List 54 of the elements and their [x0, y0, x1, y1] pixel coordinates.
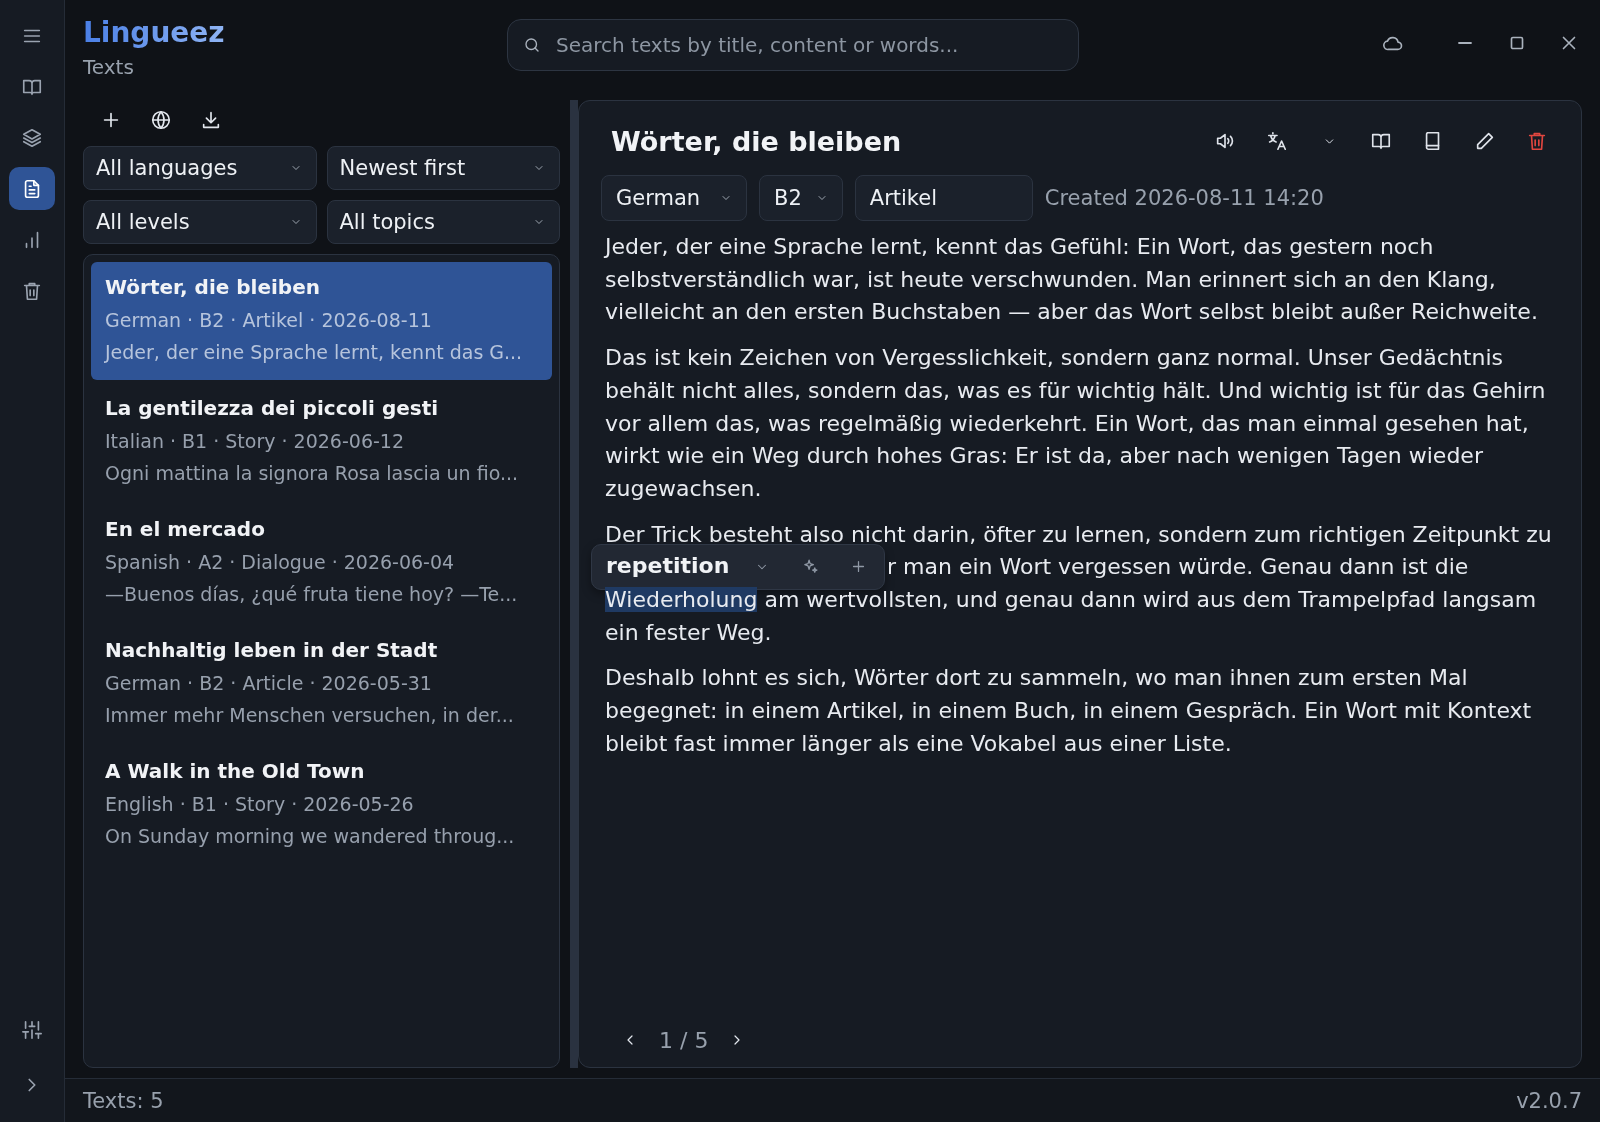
- text-count: Texts: 5: [83, 1088, 164, 1113]
- translate-icon: [1266, 130, 1288, 152]
- text-preview: Ogni mattina la signora Rosa lascia un fio...: [105, 461, 520, 485]
- globe-icon: [150, 109, 172, 131]
- text-title: Wörter, die bleiben: [105, 274, 321, 300]
- download-icon: [200, 109, 222, 131]
- layers-icon: [21, 126, 43, 149]
- text-meta: German · B2 · Artikel · 2026-08-11: [105, 308, 433, 332]
- sparkle-icon: [802, 558, 820, 576]
- text-list-item[interactable]: En el mercado Spanish · A2 · Dialogue · 2026-06-04 —Buenos días, ¿qué fruta tiene hoy? —Te...: [91, 504, 552, 622]
- text-preview: On Sunday morning we wandered throug...: [105, 824, 516, 848]
- text-meta: Italian · B1 · Story · 2026-06-12: [105, 429, 406, 453]
- reader-title: Wörter, die bleiben: [611, 125, 902, 157]
- text-title: Nachhaltig leben in der Stadt: [105, 637, 439, 663]
- text-meta: German · B2 · Article · 2026-05-31: [105, 671, 433, 695]
- text-list-item[interactable]: Wörter, die bleiben German · B2 · Artikel · 2026-08-11 Jeder, der eine Sprache lernt, kennt das G...: [91, 262, 552, 380]
- level-select[interactable]: B2: [759, 175, 843, 221]
- paragraph-text: r man ein Wort vergessen würde. Genau dann ist die: [887, 553, 1469, 582]
- paragraph-text: Jeder, der eine Sprache lernt, kennt das Gefühl: Ein Wort, das gestern noch selbstverständlich war, ist heute verschwunden. Man erinnert sich an den Klang, vielleicht an den ersten Buchstaben — aber das Wort selbst bleibt außer Reichweite.: [605, 233, 1539, 327]
- splitter-handle[interactable]: [570, 100, 578, 1068]
- text-preview: Jeder, der eine Sprache lernt, kennt das G...: [105, 340, 524, 364]
- text-title: La gentilezza dei piccoli gesti: [105, 395, 440, 421]
- highlighted-word[interactable]: Wiederholung: [605, 587, 758, 613]
- sliders-icon: [21, 1018, 43, 1041]
- paragraph-text: Der Trick besteht also nicht darin, öfter zu lernen, sondern zum richtigen Zeitpunkt zu: [605, 520, 1553, 549]
- paragraph-text: Wiederholung am wertvollsten, und genau dann wird aus dem Trampelpfad langsam ein fester Weg.: [605, 586, 1538, 647]
- search-icon: [523, 36, 541, 54]
- section-title: Texts: [83, 55, 134, 79]
- paragraph-text: Das ist kein Zeichen von Vergesslichkeit, sondern ganz normal. Unser Gedächtnis behält nicht alles, sondern das, was es für wichtig hält. Und wichtig ist für das Gehirn vor allem das, was regelmäßig wiederkehrt. Ein Wort, das man einmal gesehen hat, wirkt wie ein Weg durch hohes Gras: Er ist da, aber nach wenigen Tagen wieder zugewachsen.: [605, 344, 1547, 503]
- level-filter[interactable]: All levels: [83, 200, 317, 244]
- minimize-icon: [1458, 42, 1472, 44]
- text-preview: Immer mehr Menschen versuchen, in der...: [105, 703, 515, 727]
- topic-filter[interactable]: All topics: [326, 200, 560, 244]
- text-list-item[interactable]: Nachhaltig leben in der Stadt German · B2 · Article · 2026-05-31 Immer mehr Menschen versuchen, in der...: [91, 625, 552, 743]
- created-date: Created 2026-08-11 14:20: [1044, 186, 1324, 210]
- text-title: En el mercado: [105, 516, 266, 542]
- nav-item[interactable]: [9, 167, 55, 210]
- text-meta: Spanish · A2 · Dialogue · 2026-06-04: [105, 550, 456, 574]
- text-preview: —Buenos días, ¿qué fruta tiene hoy? —Te...: [105, 582, 519, 606]
- text-list-item[interactable]: La gentilezza dei piccoli gesti Italian · B1 · Story · 2026-06-12 Ogni mattina la signora Rosa lascia un fio...: [91, 383, 552, 501]
- text-meta: English · B1 · Story · 2026-05-26: [105, 792, 415, 816]
- paragraph-text: Deshalb lohnt es sich, Wörter dort zu sammeln, wo man ihnen zum ersten Mal begegnet: in einem Artikel, in einem Buch, in einem Gespräch. Ein Wort mit Kontext bleibt fast immer länger als eine Vokabel aus einer Liste.: [605, 664, 1533, 758]
- pencil-icon: [1474, 130, 1496, 152]
- version-label: v2.0.7: [1516, 1088, 1582, 1113]
- trash-icon: [1526, 130, 1548, 152]
- text-list-item[interactable]: A Walk in the Old Town English · B1 · Story · 2026-05-26 On Sunday morning we wandered throug...: [91, 746, 552, 864]
- language-filter[interactable]: All languages: [83, 146, 317, 190]
- search-field[interactable]: Search texts by title, content or words...: [507, 19, 1079, 71]
- text-title: A Walk in the Old Town: [105, 758, 366, 784]
- topic-field[interactable]: Artikel: [854, 175, 1033, 221]
- page-indicator: 1 / 5: [659, 1027, 709, 1053]
- language-select[interactable]: German: [601, 175, 747, 221]
- translation-text: repetition: [606, 552, 730, 581]
- sort-select[interactable]: Newest first: [326, 146, 560, 190]
